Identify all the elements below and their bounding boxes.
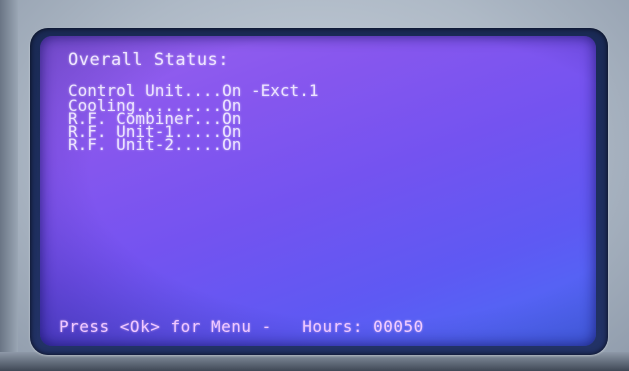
footer-line: Press <Ok> for Menu - Hours: 00050 xyxy=(59,317,424,336)
device-edge xyxy=(0,0,18,371)
lcd-screen: Overall Status: Control Unit....On -Exct… xyxy=(40,36,596,346)
screen-title: Overall Status: xyxy=(68,50,230,70)
device-panel: Overall Status: Control Unit....On -Exct… xyxy=(0,0,629,371)
hours-counter: 00050 xyxy=(373,317,424,336)
status-row-rf-unit-2: R.F. Unit-2.....On xyxy=(68,135,242,154)
hours-label: Hours: xyxy=(302,317,363,336)
menu-prompt: Press <Ok> for Menu - xyxy=(59,317,272,336)
status-list: Control Unit....On -Exct.1 Cooling......… xyxy=(68,83,318,154)
